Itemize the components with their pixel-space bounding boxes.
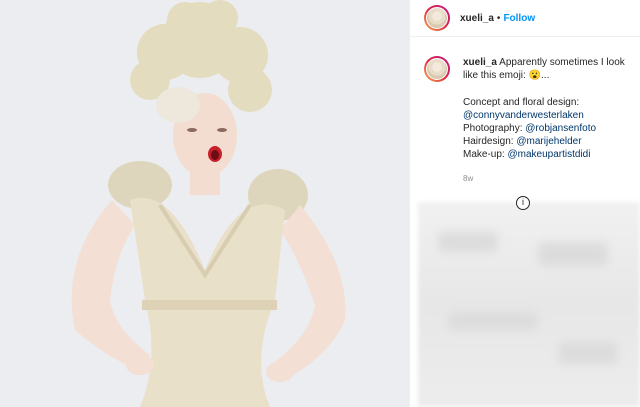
- follow-button[interactable]: Follow: [503, 13, 535, 24]
- photo-label: Photography:: [463, 123, 523, 134]
- concept-label: Concept and floral design:: [463, 97, 580, 108]
- post-header: xueli_a • Follow: [410, 0, 640, 37]
- header-username[interactable]: xueli_a: [460, 13, 494, 24]
- concept-link[interactable]: @connyvanderwesterlaken: [463, 109, 626, 122]
- caption-body: xueli_a Apparently sometimes I look like…: [463, 56, 626, 185]
- avatar[interactable]: [424, 5, 450, 31]
- credits: Concept and floral design: @connyvanderw…: [463, 96, 626, 161]
- separator-dot: •: [496, 12, 501, 24]
- makeup-link[interactable]: @makeupartistdidi: [507, 149, 590, 160]
- makeup-label: Make-up:: [463, 149, 505, 160]
- post-timestamp[interactable]: 8w: [463, 172, 626, 185]
- caption-avatar[interactable]: [424, 56, 450, 82]
- photo-link[interactable]: @robjansenfoto: [525, 123, 596, 134]
- blurred-comments: [418, 202, 640, 407]
- instagram-post: xueli_a • Follow xueli_a Apparently some…: [0, 0, 640, 407]
- info-icon[interactable]: i: [516, 196, 530, 210]
- model-illustration: [71, 0, 346, 407]
- caption-username[interactable]: xueli_a: [463, 57, 497, 68]
- post-photo[interactable]: [0, 0, 410, 407]
- caption: xueli_a Apparently sometimes I look like…: [410, 37, 640, 185]
- hair-label: Hairdesign:: [463, 136, 514, 147]
- hair-link[interactable]: @marijehelder: [516, 136, 581, 147]
